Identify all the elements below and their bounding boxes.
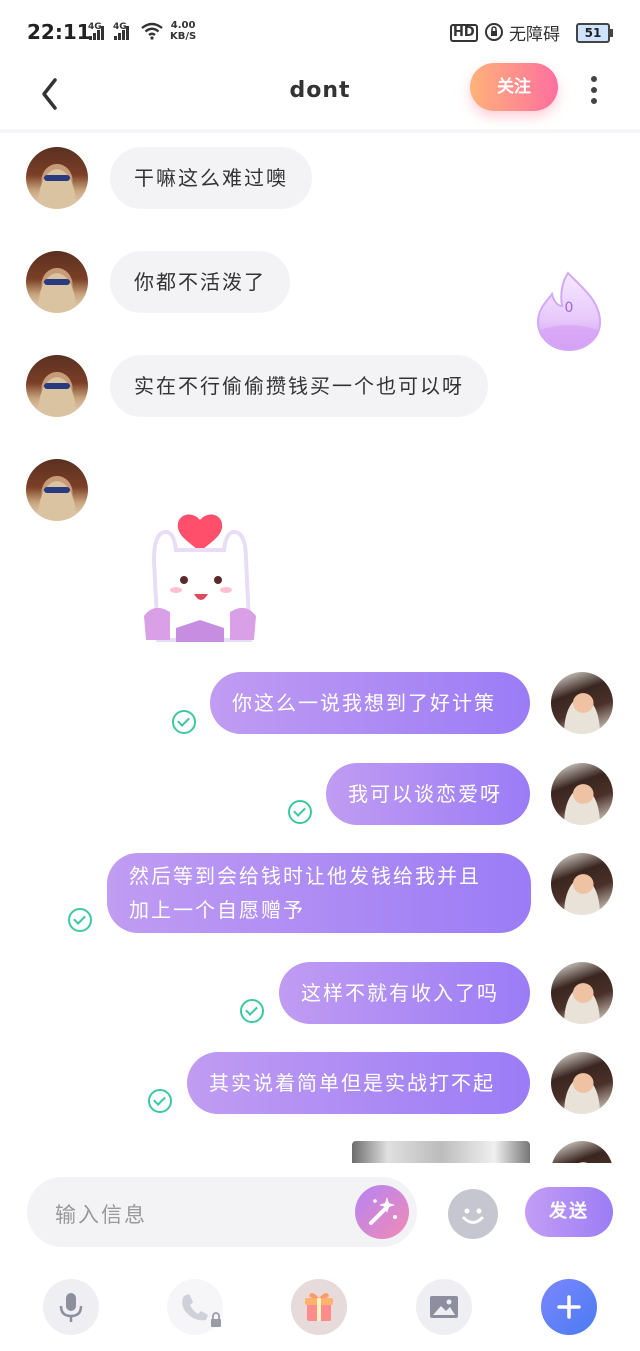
my-avatar[interactable] [551, 1052, 613, 1114]
magic-wand-icon[interactable] [355, 1185, 409, 1239]
bunny-heart-sticker[interactable] [140, 490, 260, 645]
hd-icon: HD [450, 24, 478, 42]
image-button[interactable] [416, 1279, 472, 1335]
voice-button[interactable] [43, 1279, 99, 1335]
gift-button[interactable] [291, 1279, 347, 1335]
fire-intimacy-icon[interactable]: 0 [534, 270, 604, 352]
contact-avatar[interactable] [26, 147, 88, 209]
read-check-icon [288, 800, 312, 824]
battery-icon: 51 [576, 23, 613, 43]
contact-avatar[interactable] [26, 251, 88, 313]
read-check-icon [172, 710, 196, 734]
fire-count: 0 [565, 300, 574, 316]
call-button[interactable] [167, 1279, 223, 1335]
received-message[interactable]: 你都不活泼了 [110, 251, 290, 313]
contact-avatar[interactable] [26, 459, 88, 521]
my-avatar[interactable] [551, 763, 613, 825]
wifi-icon [141, 22, 163, 40]
composer: 输入信息 发送 [0, 1163, 640, 1351]
sent-message[interactable]: 然后等到会给钱时让他发钱给我并且 加上一个自愿赠予 [107, 853, 531, 933]
received-message[interactable]: 实在不行偷偷攒钱买一个也可以呀 [110, 355, 488, 417]
status-bar: 22:11 4G 4G 4.00 KB/S HD 无障碍 51 [0, 0, 640, 62]
send-button[interactable]: 发送 [525, 1187, 613, 1237]
network-speed: 4.00 KB/S [170, 20, 197, 42]
follow-button[interactable]: 关注 [470, 63, 558, 111]
gift-icon [305, 1292, 333, 1321]
contact-avatar[interactable] [26, 355, 88, 417]
sent-message[interactable]: 其实说着简单但是实战打不起 [187, 1052, 530, 1114]
message-input-placeholder: 输入信息 [55, 1203, 147, 1227]
microphone-icon [59, 1293, 83, 1322]
chat-header: dont 关注 [0, 62, 640, 130]
my-avatar[interactable] [551, 962, 613, 1024]
message-input[interactable]: 输入信息 [27, 1177, 417, 1247]
accessibility-label: 无障碍 [509, 25, 560, 45]
sent-message[interactable]: 你这么一说我想到了好计策 [210, 672, 530, 734]
emoji-icon[interactable] [448, 1189, 498, 1239]
read-check-icon [68, 908, 92, 932]
my-avatar[interactable] [551, 672, 613, 734]
signal-icon-2 [114, 26, 132, 40]
read-check-icon [148, 1089, 172, 1113]
plus-icon [557, 1295, 581, 1319]
rotation-lock-icon [485, 23, 503, 41]
status-time: 22:11 [27, 20, 91, 44]
my-avatar[interactable] [551, 853, 613, 915]
my-avatar[interactable] [551, 1141, 613, 1163]
phone-locked-icon [182, 1294, 221, 1327]
sent-message[interactable]: 这样不就有收入了吗 [279, 962, 530, 1024]
sent-image-message[interactable] [352, 1141, 530, 1163]
image-icon [430, 1296, 458, 1318]
sent-message[interactable]: 我可以谈恋爱呀 [326, 763, 530, 825]
read-check-icon [240, 999, 264, 1023]
add-more-button[interactable] [541, 1279, 597, 1335]
received-message[interactable]: 干嘛这么难过噢 [110, 147, 312, 209]
signal-icon-1 [89, 26, 107, 40]
more-options-icon[interactable] [582, 74, 606, 106]
